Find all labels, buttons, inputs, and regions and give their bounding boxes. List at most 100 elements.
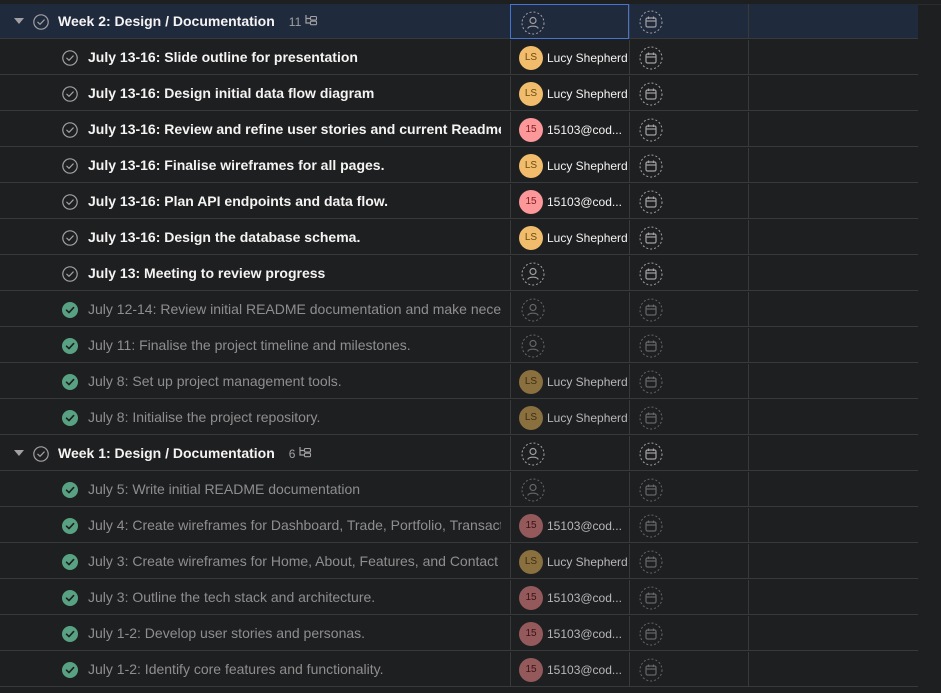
due-date-cell[interactable] <box>629 364 748 399</box>
assignee-cell[interactable]: LS Lucy Shepherd <box>510 400 629 435</box>
task-title[interactable]: July 11: Finalise the project timeline a… <box>88 337 501 353</box>
due-date-cell[interactable] <box>629 40 748 75</box>
mark-complete-check-icon[interactable] <box>62 194 78 210</box>
due-date-cell[interactable] <box>629 4 748 39</box>
task-name-cell[interactable]: July 12-14: Review initial README docume… <box>0 292 510 327</box>
task-name-cell[interactable]: July 8: Set up project management tools. <box>0 364 510 399</box>
assignee-cell[interactable]: 15 15103@cod... <box>510 508 629 543</box>
calendar-icon[interactable] <box>639 334 663 358</box>
add-assignee-icon[interactable] <box>521 442 545 466</box>
mark-complete-check-icon[interactable] <box>62 158 78 174</box>
task-title[interactable]: July 4: Create wireframes for Dashboard,… <box>88 517 501 533</box>
task-row[interactable]: July 3: Create wireframes for Home, Abou… <box>0 544 918 579</box>
calendar-icon[interactable] <box>639 550 663 574</box>
assignee-cell[interactable] <box>510 256 629 291</box>
due-date-cell[interactable] <box>629 436 748 471</box>
add-assignee-icon[interactable] <box>521 478 545 502</box>
calendar-icon[interactable] <box>639 622 663 646</box>
completed-check-icon[interactable] <box>62 662 78 678</box>
due-date-cell[interactable] <box>629 544 748 579</box>
task-row[interactable]: July 4: Create wireframes for Dashboard,… <box>0 508 918 543</box>
task-name-cell[interactable]: July 1-2: Develop user stories and perso… <box>0 616 510 651</box>
assignee-cell[interactable]: 15 15103@cod... <box>510 652 629 687</box>
assignee-cell[interactable]: LS Lucy Shepherd <box>510 148 629 183</box>
task-row[interactable]: July 8: Initialise the project repositor… <box>0 400 918 435</box>
calendar-icon[interactable] <box>639 442 663 466</box>
assignee-name[interactable]: 15103@cod... <box>547 627 627 641</box>
extra-field-cell[interactable] <box>748 508 918 543</box>
task-title[interactable]: July 13-16: Design initial data flow dia… <box>88 85 501 101</box>
task-name-cell[interactable]: July 13-16: Design the database schema. <box>0 220 510 255</box>
avatar[interactable]: 15 <box>519 622 543 646</box>
task-title[interactable]: July 3: Outline the tech stack and archi… <box>88 589 501 605</box>
calendar-icon[interactable] <box>639 190 663 214</box>
section-check-icon[interactable] <box>33 14 49 30</box>
task-row[interactable]: July 5: Write initial README documentati… <box>0 472 918 507</box>
add-assignee-icon[interactable] <box>521 298 545 322</box>
completed-check-icon[interactable] <box>62 302 78 318</box>
mark-complete-check-icon[interactable] <box>62 266 78 282</box>
extra-field-cell[interactable] <box>748 544 918 579</box>
section-header-row[interactable]: Week 2: Design / Documentation 11 <box>0 4 918 39</box>
task-name-cell[interactable]: July 13-16: Slide outline for presentati… <box>0 40 510 75</box>
task-title[interactable]: July 5: Write initial README documentati… <box>88 481 501 497</box>
task-row[interactable]: July 13-16: Design the database schema. L… <box>0 220 918 255</box>
task-title[interactable]: July 13-16: Plan API endpoints and data … <box>88 193 501 209</box>
calendar-icon[interactable] <box>639 370 663 394</box>
section-name-cell[interactable]: Week 1: Design / Documentation 6 <box>0 436 510 471</box>
mark-complete-check-icon[interactable] <box>62 86 78 102</box>
section-header-row[interactable]: Week 1: Design / Documentation 6 <box>0 436 918 471</box>
task-row[interactable]: July 11: Finalise the project timeline a… <box>0 328 918 363</box>
due-date-cell[interactable] <box>629 292 748 327</box>
mark-complete-check-icon[interactable] <box>62 230 78 246</box>
completed-check-icon[interactable] <box>62 554 78 570</box>
assignee-name[interactable]: 15103@cod... <box>547 123 627 137</box>
assignee-name[interactable]: Lucy Shepherd <box>547 411 627 425</box>
task-title[interactable]: July 13: Meeting to review progress <box>88 265 501 281</box>
assignee-cell[interactable] <box>510 328 629 363</box>
task-row[interactable]: July 3: Outline the tech stack and archi… <box>0 580 918 615</box>
avatar[interactable]: 15 <box>519 658 543 682</box>
task-row[interactable]: July 1-2: Develop user stories and perso… <box>0 616 918 651</box>
task-title[interactable]: July 3: Create wireframes for Home, Abou… <box>88 553 501 569</box>
assignee-name[interactable]: Lucy Shepherd <box>547 555 627 569</box>
extra-field-cell[interactable] <box>748 292 918 327</box>
avatar[interactable]: LS <box>519 154 543 178</box>
calendar-icon[interactable] <box>639 118 663 142</box>
collapse-caret-icon[interactable] <box>14 450 24 456</box>
task-name-cell[interactable]: July 3: Outline the tech stack and archi… <box>0 580 510 615</box>
assignee-name[interactable]: Lucy Shepherd <box>547 375 627 389</box>
task-name-cell[interactable]: July 13: Meeting to review progress <box>0 256 510 291</box>
assignee-cell[interactable]: LS Lucy Shepherd <box>510 364 629 399</box>
avatar[interactable]: 15 <box>519 190 543 214</box>
task-title[interactable]: July 13-16: Finalise wireframes for all … <box>88 157 501 173</box>
assignee-cell[interactable]: 15 15103@cod... <box>510 616 629 651</box>
extra-field-cell[interactable] <box>748 580 918 615</box>
collapse-caret-icon[interactable] <box>14 18 24 24</box>
calendar-icon[interactable] <box>639 478 663 502</box>
assignee-name[interactable]: 15103@cod... <box>547 591 627 605</box>
task-title[interactable]: July 8: Initialise the project repositor… <box>88 409 501 425</box>
add-assignee-icon[interactable] <box>521 262 545 286</box>
task-title[interactable]: July 13-16: Design the database schema. <box>88 229 501 245</box>
task-row[interactable]: July 13-16: Finalise wireframes for all … <box>0 148 918 183</box>
task-name-cell[interactable]: July 13-16: Plan API endpoints and data … <box>0 184 510 219</box>
task-name-cell[interactable]: July 13-16: Finalise wireframes for all … <box>0 148 510 183</box>
assignee-cell[interactable]: LS Lucy Shepherd <box>510 544 629 579</box>
due-date-cell[interactable] <box>629 184 748 219</box>
completed-check-icon[interactable] <box>62 338 78 354</box>
add-assignee-icon[interactable] <box>521 11 545 35</box>
mark-complete-check-icon[interactable] <box>62 122 78 138</box>
assignee-cell[interactable]: 15 15103@cod... <box>510 184 629 219</box>
section-check-icon[interactable] <box>33 446 49 462</box>
due-date-cell[interactable] <box>629 220 748 255</box>
task-title[interactable]: July 13-16: Review and refine user stori… <box>88 121 501 137</box>
completed-check-icon[interactable] <box>62 518 78 534</box>
due-date-cell[interactable] <box>629 148 748 183</box>
assignee-cell[interactable] <box>510 472 629 507</box>
avatar[interactable]: LS <box>519 46 543 70</box>
due-date-cell[interactable] <box>629 580 748 615</box>
calendar-icon[interactable] <box>639 154 663 178</box>
due-date-cell[interactable] <box>629 112 748 147</box>
calendar-icon[interactable] <box>639 298 663 322</box>
